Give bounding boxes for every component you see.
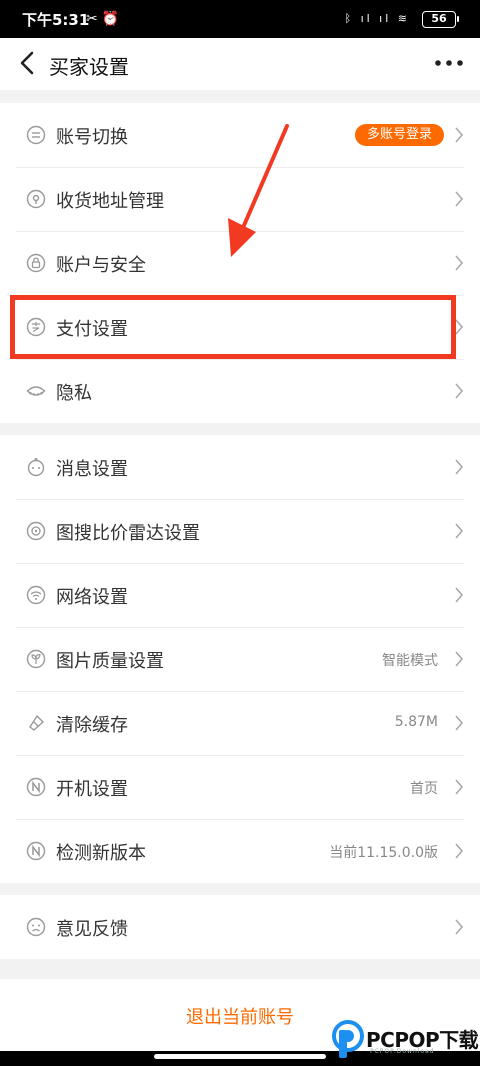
row-startup-settings[interactable]: 开机设置 首页 — [0, 755, 480, 819]
page-title: 买家设置 — [49, 55, 129, 79]
status-time: 下午5:31 — [22, 11, 90, 29]
more-icon[interactable] — [432, 48, 466, 78]
chevron-right-icon — [455, 459, 464, 475]
chevron-right-icon — [455, 255, 464, 271]
row-label: 图片质量设置 — [56, 651, 164, 672]
row-label: 网络设置 — [56, 587, 128, 608]
image-quality-icon — [26, 649, 46, 669]
status-bar: 下午5:31 ✂⏰ ᛒ ıl ıl ≋ 56 — [0, 0, 480, 38]
row-label: 清除缓存 — [56, 715, 128, 736]
row-account-security[interactable]: 账户与安全 — [0, 231, 480, 295]
row-label: 支付设置 — [56, 319, 128, 340]
back-arrow-icon[interactable] — [14, 48, 44, 78]
multi-account-badge: 多账号登录 — [354, 124, 444, 146]
home-gesture-bar[interactable] — [154, 1054, 326, 1059]
feedback-icon — [26, 917, 46, 937]
row-value: 当前11.15.0.0版 — [329, 845, 438, 861]
chevron-right-icon — [455, 779, 464, 795]
message-icon — [27, 458, 45, 477]
notification-icons: ✂⏰ — [86, 11, 124, 27]
clear-cache-icon — [29, 714, 45, 731]
row-label: 隐私 — [56, 383, 92, 404]
startup-icon — [26, 777, 46, 797]
version-icon — [26, 841, 46, 861]
switch-icon — [26, 125, 46, 145]
row-clear-cache[interactable]: 清除缓存 5.87M — [0, 691, 480, 755]
row-image-search-radar[interactable]: 图搜比价雷达设置 — [0, 499, 480, 563]
row-network-settings[interactable]: 网络设置 — [0, 563, 480, 627]
row-feedback[interactable]: 意见反馈 — [0, 895, 480, 959]
row-label: 账户与安全 — [56, 255, 146, 276]
row-label: 检测新版本 — [56, 843, 146, 864]
chevron-right-icon — [455, 651, 464, 667]
general-settings-group: 消息设置 图搜比价雷达设置 网络设置 图片质量设置 智能模式 清除缓存 5.87… — [0, 435, 480, 883]
battery-icon: 56 — [422, 11, 459, 28]
location-icon — [26, 189, 46, 209]
row-payment-settings[interactable]: 支付设置 — [0, 295, 480, 359]
row-image-quality[interactable]: 图片质量设置 智能模式 — [0, 627, 480, 691]
row-message-settings[interactable]: 消息设置 — [0, 435, 480, 499]
nav-bar: 买家设置 — [0, 38, 480, 90]
row-value: 智能模式 — [382, 653, 438, 669]
watermark: PCPOP下载 PCPOP.Download — [330, 1020, 480, 1064]
chevron-right-icon — [455, 319, 464, 335]
feedback-group: 意见反馈 — [0, 895, 480, 959]
row-account-switch[interactable]: 账号切换 多账号登录 — [0, 103, 480, 167]
chevron-right-icon — [455, 127, 464, 143]
signal-icons: ᛒ ıl ıl ≋ — [344, 12, 410, 25]
row-address-management[interactable]: 收货地址管理 — [0, 167, 480, 231]
row-label: 图搜比价雷达设置 — [56, 523, 200, 544]
chevron-right-icon — [455, 715, 464, 731]
lock-icon — [26, 253, 46, 273]
row-value: 首页 — [410, 781, 438, 797]
row-label: 意见反馈 — [56, 919, 128, 940]
row-label: 账号切换 — [56, 127, 128, 148]
row-label: 收货地址管理 — [56, 191, 164, 212]
chevron-right-icon — [455, 919, 464, 935]
radar-icon — [26, 521, 46, 541]
chevron-right-icon — [455, 191, 464, 207]
row-label: 消息设置 — [56, 459, 128, 480]
pcpop-logo-icon — [332, 1020, 364, 1058]
chevron-right-icon — [455, 843, 464, 859]
row-privacy[interactable]: 隐私 — [0, 359, 480, 423]
eye-closed-icon — [26, 386, 46, 396]
chevron-right-icon — [455, 523, 464, 539]
row-label: 开机设置 — [56, 779, 128, 800]
chevron-right-icon — [455, 587, 464, 603]
row-value: 5.87M — [394, 714, 438, 730]
wifi-icon — [26, 585, 46, 605]
watermark-sub: PCPOP.Download — [370, 1048, 435, 1055]
payment-icon — [26, 317, 46, 337]
account-settings-group: 账号切换 多账号登录 收货地址管理 账户与安全 支付设置 隐私 — [0, 103, 480, 423]
row-check-version[interactable]: 检测新版本 当前11.15.0.0版 — [0, 819, 480, 883]
chevron-right-icon — [455, 383, 464, 399]
